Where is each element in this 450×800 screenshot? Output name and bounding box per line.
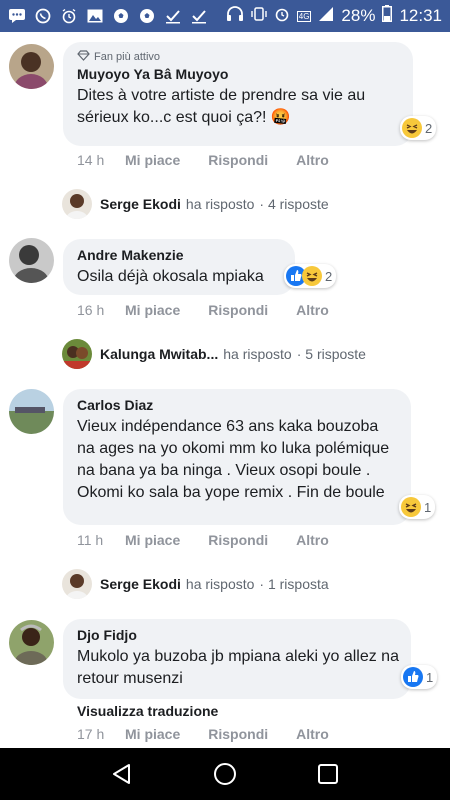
messages-icon — [8, 8, 25, 25]
top-fan-badge: Fan più attivo — [77, 50, 401, 64]
soccer-icon — [138, 8, 155, 25]
whatsapp-icon — [34, 8, 51, 25]
alarm-icon — [274, 6, 290, 27]
battery-icon — [382, 5, 393, 27]
like-button[interactable]: Mi piace — [125, 152, 180, 168]
soccer-icon — [112, 8, 129, 25]
comment-text: Vieux indépendance 63 ans kaka bouzoba n… — [77, 418, 390, 501]
home-button[interactable] — [205, 754, 245, 794]
reaction-summary[interactable]: 1 — [401, 665, 438, 689]
status-bar: 4G 28% 12:31 — [0, 0, 450, 32]
like-button[interactable]: Mi piace — [125, 302, 180, 318]
reaction-summary[interactable]: 2 — [400, 116, 437, 140]
home-icon — [213, 763, 236, 785]
check-icon — [190, 8, 207, 25]
reply-count: · 4 risposte — [259, 196, 329, 212]
reaction-count: 1 — [426, 669, 434, 685]
comment-actions: 14 h Mi piace Rispondi Altro — [77, 152, 357, 168]
notification-icons — [8, 8, 207, 25]
reply-button[interactable]: Rispondi — [208, 302, 268, 318]
image-icon — [86, 8, 103, 25]
haha-reaction-icon — [302, 266, 322, 286]
comment-bubble[interactable]: Carlos Diaz Vieux indépendance 63 ans ka… — [63, 389, 411, 525]
comment-bubble[interactable]: Fan più attivo Muyoyo Ya Bâ Muyoyo Dites… — [63, 42, 413, 146]
like-reaction-icon — [403, 667, 423, 687]
reply-author: Serge Ekodi — [100, 196, 181, 212]
battery-percent: 28% — [341, 6, 376, 25]
like-button[interactable]: Mi piace — [125, 726, 180, 742]
reply-avatar — [62, 189, 92, 219]
comment-time: 16 h — [77, 302, 105, 318]
more-button[interactable]: Altro — [296, 302, 329, 318]
view-replies[interactable]: Kalunga Mwitab... ha risposto · 5 rispos… — [62, 339, 366, 369]
reply-author: Serge Ekodi — [100, 576, 181, 592]
avatar[interactable] — [9, 238, 54, 283]
comment-actions: 16 h Mi piace Rispondi Altro — [77, 302, 357, 318]
avatar[interactable] — [9, 389, 54, 434]
reply-author: Kalunga Mwitab... — [100, 346, 219, 362]
comment-text: Osila déjà okosala mpiaka — [77, 268, 264, 285]
comment-actions: 17 h Mi piace Rispondi Altro — [77, 726, 357, 742]
avatar[interactable] — [9, 620, 54, 665]
back-icon — [112, 764, 130, 784]
clock: 12:31 — [399, 6, 442, 25]
reply-count: · 5 risposte — [296, 346, 366, 362]
comment-bubble[interactable]: Andre Makenzie Osila déjà okosala mpiaka — [63, 239, 295, 295]
recents-icon — [318, 764, 339, 784]
network-type: 4G — [296, 10, 312, 22]
more-button[interactable]: Altro — [296, 726, 329, 742]
reply-button[interactable]: Rispondi — [208, 532, 268, 548]
reply-button[interactable]: Rispondi — [208, 152, 268, 168]
signal-icon — [318, 6, 334, 27]
comment-time: 14 h — [77, 152, 105, 168]
reaction-summary[interactable]: 1 — [399, 495, 436, 519]
comment-author[interactable]: Djo Fidjo — [77, 627, 399, 643]
reaction-count: 2 — [325, 268, 333, 284]
reply-avatar — [62, 569, 92, 599]
view-replies[interactable]: Serge Ekodi ha risposto · 1 risposta — [62, 569, 329, 599]
reaction-count: 2 — [425, 120, 433, 136]
comment-author[interactable]: Andre Makenzie — [77, 247, 283, 263]
like-button[interactable]: Mi piace — [125, 532, 180, 548]
alarm-icon — [60, 8, 77, 25]
diamond-icon — [77, 50, 90, 64]
reply-button[interactable]: Rispondi — [208, 726, 268, 742]
check-icon — [164, 8, 181, 25]
reaction-summary[interactable]: 2 — [284, 264, 337, 288]
reply-avatar — [62, 339, 92, 369]
haha-reaction-icon — [401, 497, 421, 517]
back-button[interactable] — [102, 754, 142, 794]
comment-author[interactable]: Carlos Diaz — [77, 397, 399, 413]
comment-time: 17 h — [77, 726, 105, 742]
vibrate-icon — [251, 6, 267, 27]
system-nav-bar — [0, 748, 450, 800]
more-button[interactable]: Altro — [296, 532, 329, 548]
avatar[interactable] — [9, 44, 54, 89]
see-translation-link[interactable]: Visualizza traduzione — [77, 703, 218, 719]
comments-feed[interactable]: Fan più attivo Muyoyo Ya Bâ Muyoyo Dites… — [0, 32, 450, 748]
recents-button[interactable] — [308, 754, 348, 794]
comment-bubble[interactable]: Djo Fidjo Mukolo ya buzoba jb mpiana ale… — [63, 619, 411, 699]
comment-text: Mukolo ya buzoba jb mpiana aleki yo alle… — [77, 648, 399, 687]
view-replies[interactable]: Serge Ekodi ha risposto · 4 risposte — [62, 189, 329, 219]
haha-reaction-icon — [402, 118, 422, 138]
comment-author[interactable]: Muyoyo Ya Bâ Muyoyo — [77, 66, 401, 82]
more-button[interactable]: Altro — [296, 152, 329, 168]
reply-count: · 1 risposta — [259, 576, 329, 592]
headset-icon — [226, 5, 244, 27]
comment-actions: 11 h Mi piace Rispondi Altro — [77, 532, 357, 548]
comment-time: 11 h — [77, 532, 104, 548]
reaction-count: 1 — [424, 499, 432, 515]
comment-text: Dites à votre artiste de prendre sa vie … — [77, 87, 366, 126]
